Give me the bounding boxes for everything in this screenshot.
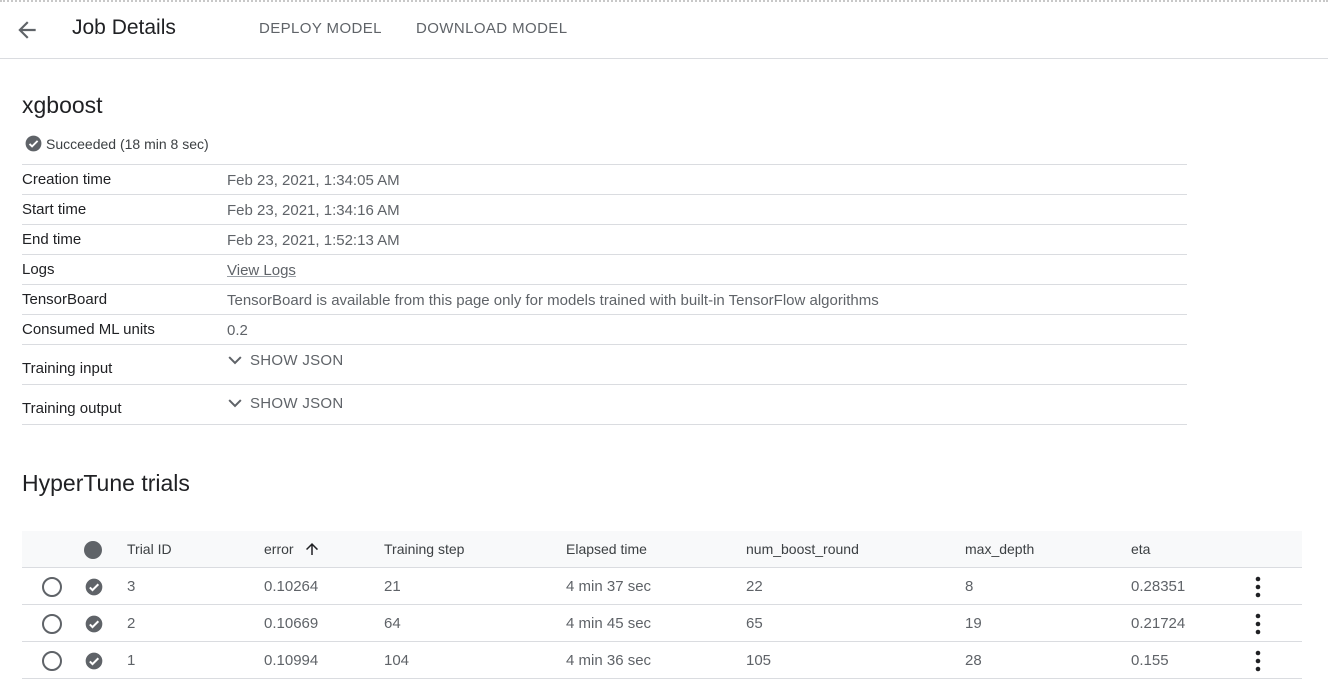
check-circle-icon [85, 615, 103, 633]
arrow-up-icon [306, 542, 319, 555]
table-header: Trial ID error Training step Elapsed tim… [22, 531, 1302, 568]
detail-label: End time [22, 231, 82, 248]
column-header-num-boost-round[interactable]: num_boost_round [746, 541, 859, 557]
row-select-radio[interactable] [42, 577, 62, 597]
column-header-trial-id[interactable]: Trial ID [127, 541, 172, 557]
job-status-text: Succeeded (18 min 8 sec) [46, 135, 209, 152]
cell-elapsed-time: 4 min 36 sec [566, 652, 652, 669]
cell-training-step: 64 [384, 615, 401, 632]
hypertune-trials-table: Trial ID error Training step Elapsed tim… [22, 531, 1302, 679]
detail-row-logs: Logs View Logs [22, 255, 1187, 285]
cell-training-step: 21 [384, 578, 401, 595]
cell-elapsed-time: 4 min 37 sec [566, 578, 652, 595]
detail-value: TensorBoard is available from this page … [227, 292, 879, 309]
detail-label: Consumed ML units [22, 321, 155, 338]
chevron-down-icon [228, 399, 242, 408]
job-details-table: Creation time Feb 23, 2021, 1:34:05 AM S… [22, 164, 1187, 425]
detail-row-consumed-ml-units: Consumed ML units 0.2 [22, 315, 1187, 345]
arrow-back-icon [18, 21, 36, 39]
cell-num-boost-round: 65 [746, 615, 763, 632]
chevron-down-icon [228, 356, 242, 365]
detail-label: Logs [22, 261, 55, 278]
show-json-label: SHOW JSON [250, 394, 344, 412]
job-status: Succeeded (18 min 8 sec) [24, 134, 209, 153]
cell-error: 0.10264 [264, 578, 319, 595]
column-header-eta[interactable]: eta [1131, 541, 1150, 557]
detail-label: Training input [22, 360, 113, 377]
cell-training-step: 104 [384, 652, 410, 669]
detail-label: Creation time [22, 171, 112, 188]
cell-max-depth: 8 [965, 578, 974, 595]
check-circle-icon [85, 578, 103, 596]
detail-value: Feb 23, 2021, 1:34:16 AM [227, 202, 400, 219]
column-header-training-step[interactable]: Training step [384, 541, 464, 557]
detail-row-creation-time: Creation time Feb 23, 2021, 1:34:05 AM [22, 165, 1187, 195]
page-title: Job Details [72, 16, 176, 39]
cell-eta: 0.155 [1131, 652, 1169, 669]
cell-trial-id: 3 [127, 578, 136, 595]
check-circle-icon [85, 652, 103, 670]
detail-row-end-time: End time Feb 23, 2021, 1:52:13 AM [22, 225, 1187, 255]
cell-num-boost-round: 105 [746, 652, 772, 669]
detail-value: Feb 23, 2021, 1:52:13 AM [227, 232, 400, 249]
detail-row-training-output: Training output SHOW JSON [22, 385, 1187, 425]
table-row: 2 0.10669 64 4 min 45 sec 65 19 0.21724 [22, 605, 1302, 642]
more-vert-icon[interactable] [1248, 613, 1268, 635]
top-app-bar: Job Details DEPLOY MODEL DOWNLOAD MODEL [0, 0, 1328, 59]
cell-error: 0.10669 [264, 615, 319, 632]
cell-eta: 0.21724 [1131, 615, 1186, 632]
download-model-button[interactable]: DOWNLOAD MODEL [416, 20, 567, 37]
training-input-show-json-button[interactable]: SHOW JSON [225, 350, 344, 370]
table-row: 3 0.10264 21 4 min 37 sec 22 8 0.28351 [22, 568, 1302, 605]
column-header-error[interactable]: error [264, 541, 321, 558]
cell-num-boost-round: 22 [746, 578, 763, 595]
column-header-elapsed-time[interactable]: Elapsed time [566, 541, 647, 557]
detail-row-training-input: Training input SHOW JSON [22, 345, 1187, 385]
detail-row-start-time: Start time Feb 23, 2021, 1:34:16 AM [22, 195, 1187, 225]
cell-elapsed-time: 4 min 45 sec [566, 615, 652, 632]
hypertune-trials-title: HyperTune trials [22, 470, 190, 496]
more-vert-icon[interactable] [1248, 576, 1268, 598]
cell-max-depth: 28 [965, 652, 982, 669]
training-output-show-json-button[interactable]: SHOW JSON [225, 393, 344, 413]
more-vert-icon[interactable] [1248, 650, 1268, 672]
table-row: 1 0.10994 104 4 min 36 sec 105 28 0.155 [22, 642, 1302, 679]
column-header-max-depth[interactable]: max_depth [965, 541, 1034, 557]
back-button[interactable] [14, 17, 40, 43]
detail-label: Training output [22, 400, 122, 417]
cell-trial-id: 2 [127, 615, 136, 632]
row-select-radio[interactable] [42, 614, 62, 634]
detail-label: TensorBoard [22, 291, 108, 308]
cell-max-depth: 19 [965, 615, 982, 632]
check-circle-icon [25, 135, 42, 152]
deploy-model-button[interactable]: DEPLOY MODEL [259, 20, 382, 37]
show-json-label: SHOW JSON [250, 351, 344, 369]
detail-value: 0.2 [227, 322, 248, 339]
status-column-icon [84, 541, 102, 559]
cell-trial-id: 1 [127, 652, 136, 669]
job-name: xgboost [22, 92, 103, 118]
column-header-error-label: error [264, 541, 294, 557]
cell-eta: 0.28351 [1131, 578, 1186, 595]
view-logs-link[interactable]: View Logs [227, 262, 296, 279]
cell-error: 0.10994 [264, 652, 319, 669]
detail-value: Feb 23, 2021, 1:34:05 AM [227, 172, 400, 189]
detail-row-tensorboard: TensorBoard TensorBoard is available fro… [22, 285, 1187, 315]
row-select-radio[interactable] [42, 651, 62, 671]
detail-label: Start time [22, 201, 87, 218]
